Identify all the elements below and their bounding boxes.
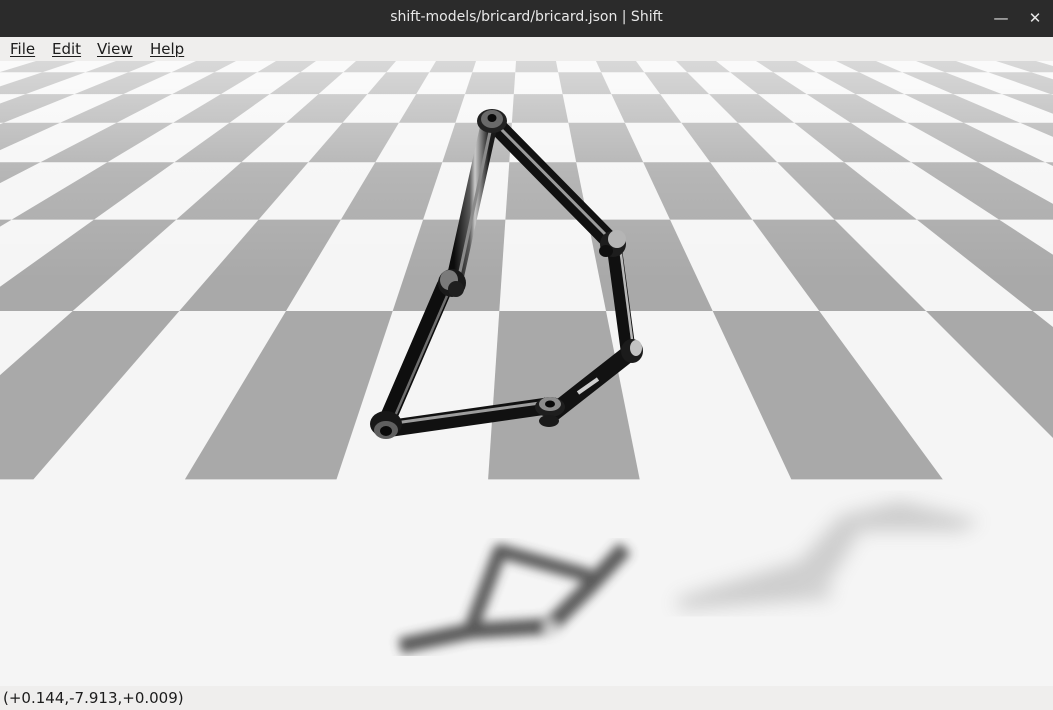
joint-right-lower [621,339,643,363]
window-title: shift-models/bricard/bricard.json | Shif… [390,9,663,25]
menu-file[interactable]: File [10,40,35,58]
3d-viewport[interactable] [0,61,1053,686]
title-bar[interactable]: shift-models/bricard/bricard.json | Shif… [0,0,1053,37]
menu-view[interactable]: View [97,40,133,58]
cursor-coordinates: (+0.144,-7.913,+0.009) [3,689,184,707]
minimize-button[interactable]: — [990,7,1012,29]
scene-canvas [0,61,1053,686]
close-button[interactable]: ✕ [1024,7,1046,29]
menu-bar: File Edit View Help [0,37,1053,61]
joint-top [477,109,507,133]
joint-left [438,269,466,297]
status-bar: (+0.144,-7.913,+0.009) [0,686,1053,710]
app-window: shift-models/bricard/bricard.json | Shif… [0,0,1053,710]
menu-edit[interactable]: Edit [52,40,81,58]
menu-help[interactable]: Help [150,40,184,58]
